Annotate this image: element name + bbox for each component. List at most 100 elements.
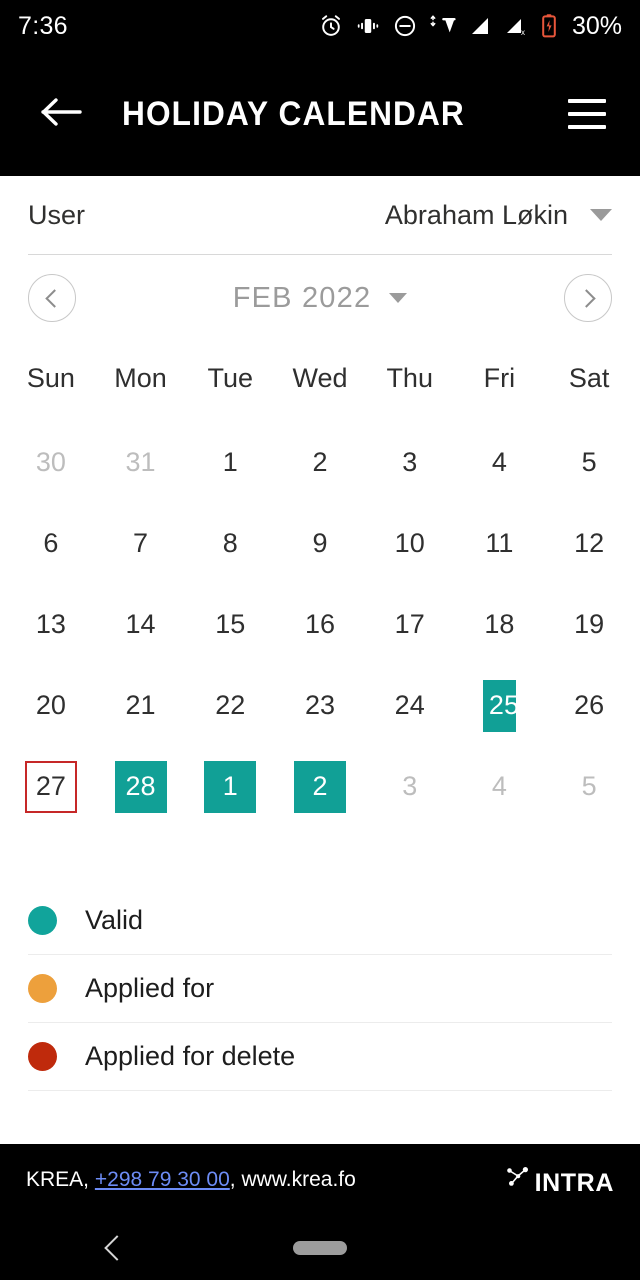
calendar-day-number: 7 bbox=[133, 528, 149, 558]
calendar-day-number: 12 bbox=[574, 528, 605, 558]
legend-label: Valid bbox=[85, 905, 144, 935]
calendar-day-cell[interactable]: 16 bbox=[275, 584, 365, 665]
calendar-day-cell[interactable]: 17 bbox=[365, 584, 455, 665]
calendar-day-number: 6 bbox=[43, 528, 59, 558]
calendar-day-number: 9 bbox=[312, 528, 328, 558]
calendar-grid: 30 31 1 2 3 4 5 6 7 8 9 10 11 12 13 14 15 16 17 18 19 20 21 22 2… bbox=[0, 394, 640, 827]
month-dropdown[interactable]: FEB 2022 bbox=[76, 282, 564, 315]
calendar-day-cell[interactable]: 27 bbox=[6, 746, 96, 827]
calendar-day-cell[interactable]: 5 bbox=[544, 422, 634, 503]
calendar-day-cell[interactable]: 22 bbox=[185, 665, 275, 746]
signal-off-icon: x bbox=[503, 14, 529, 38]
calendar-day-cell[interactable]: 24 bbox=[365, 665, 455, 746]
calendar-day-cell[interactable]: 5 bbox=[544, 746, 634, 827]
weekday-label: Fri bbox=[483, 363, 516, 393]
svg-text:x: x bbox=[521, 28, 525, 37]
hamburger-bar bbox=[568, 112, 606, 116]
legend-color-dot bbox=[28, 906, 57, 935]
page-title: HOLIDAY CALENDAR bbox=[122, 94, 465, 133]
calendar-day-cell[interactable]: 23 bbox=[275, 665, 365, 746]
home-pill-indicator[interactable] bbox=[293, 1241, 347, 1255]
phone-screen: 7:36 x 30% HOLIDAY CALENDAR User Abraham… bbox=[0, 0, 640, 1280]
main-content: User Abraham Løkin FEB 2022 Sun Mon Tue … bbox=[0, 176, 640, 1144]
calendar-day-cell[interactable]: 4 bbox=[455, 746, 545, 827]
chevron-right-icon bbox=[576, 288, 596, 308]
calendar-day-cell[interactable]: 21 bbox=[96, 665, 186, 746]
legend-list: Valid Applied for Applied for delete bbox=[0, 887, 640, 1091]
calendar-day-cell[interactable]: 18 bbox=[455, 584, 545, 665]
calendar-day-cell[interactable]: 10 bbox=[365, 503, 455, 584]
chevron-left-icon bbox=[44, 288, 64, 308]
alarm-icon bbox=[318, 13, 344, 39]
back-arrow-icon[interactable] bbox=[40, 96, 84, 133]
calendar-day-cell[interactable]: 3 bbox=[365, 422, 455, 503]
weekday-label: Thu bbox=[386, 363, 433, 393]
calendar-day-cell[interactable]: 2 bbox=[275, 422, 365, 503]
calendar-day-number: 5 bbox=[581, 447, 597, 477]
calendar-day-number: 25 bbox=[482, 679, 516, 732]
weekday-label: Sun bbox=[26, 363, 75, 393]
weekday-label: Wed bbox=[292, 363, 348, 393]
footer-phone-link[interactable]: +298 79 30 00 bbox=[95, 1168, 230, 1191]
calendar-day-number: 11 bbox=[485, 528, 514, 558]
legend-item-applied-for: Applied for bbox=[28, 955, 612, 1023]
calendar-day-number: 10 bbox=[394, 528, 425, 558]
status-time: 7:36 bbox=[18, 11, 68, 40]
calendar-day-number: 28 bbox=[114, 760, 167, 813]
calendar-day-number: 5 bbox=[581, 771, 597, 801]
user-label: User bbox=[28, 199, 86, 230]
calendar-day-cell[interactable]: 15 bbox=[185, 584, 275, 665]
calendar-day-cell[interactable]: 13 bbox=[6, 584, 96, 665]
calendar-day-number: 17 bbox=[394, 609, 425, 639]
calendar-day-cell[interactable]: 7 bbox=[96, 503, 186, 584]
legend-item-valid: Valid bbox=[28, 887, 612, 955]
calendar-day-cell[interactable]: 30 bbox=[6, 422, 96, 503]
calendar-day-cell[interactable]: 1 bbox=[185, 422, 275, 503]
calendar-day-cell[interactable]: 6 bbox=[6, 503, 96, 584]
vibrate-icon bbox=[355, 13, 381, 39]
calendar-day-number: 14 bbox=[125, 609, 156, 639]
calendar-day-cell[interactable]: 31 bbox=[96, 422, 186, 503]
calendar-day-number: 19 bbox=[574, 609, 605, 639]
prev-month-button[interactable] bbox=[28, 274, 76, 322]
calendar-day-cell[interactable]: 26 bbox=[544, 665, 634, 746]
footer-website: www.krea.fo bbox=[241, 1168, 356, 1191]
molecule-icon bbox=[503, 1163, 533, 1198]
weekday-label: Mon bbox=[114, 363, 167, 393]
calendar-day-cell[interactable]: 25 bbox=[455, 665, 545, 746]
calendar-day-cell[interactable]: 28 bbox=[96, 746, 186, 827]
footer-company: KREA, bbox=[26, 1168, 90, 1191]
next-month-button[interactable] bbox=[564, 274, 612, 322]
legend-color-dot bbox=[28, 1042, 57, 1071]
hamburger-bar bbox=[568, 125, 606, 129]
calendar-day-cell[interactable]: 1 bbox=[185, 746, 275, 827]
month-label: FEB 2022 bbox=[232, 281, 372, 314]
calendar-day-number: 13 bbox=[35, 609, 66, 639]
calendar-day-cell[interactable]: 11 bbox=[455, 503, 545, 584]
calendar-day-number: 20 bbox=[35, 690, 66, 720]
calendar-day-number: 31 bbox=[125, 447, 156, 477]
calendar-day-cell[interactable]: 8 bbox=[185, 503, 275, 584]
hamburger-menu-icon[interactable] bbox=[568, 99, 606, 129]
calendar-day-cell[interactable]: 20 bbox=[6, 665, 96, 746]
calendar-day-cell[interactable]: 3 bbox=[365, 746, 455, 827]
legend-item-applied-for-delete: Applied for delete bbox=[28, 1023, 612, 1091]
calendar-day-cell[interactable]: 12 bbox=[544, 503, 634, 584]
calendar-day-number: 24 bbox=[394, 690, 425, 720]
month-navigation: FEB 2022 bbox=[0, 255, 640, 341]
calendar-day-cell[interactable]: 14 bbox=[96, 584, 186, 665]
calendar-day-cell[interactable]: 4 bbox=[455, 422, 545, 503]
status-icon-group: x 30% bbox=[318, 12, 622, 41]
wifi-icon bbox=[429, 13, 457, 39]
calendar-day-cell[interactable]: 2 bbox=[275, 746, 365, 827]
calendar-day-cell[interactable]: 9 bbox=[275, 503, 365, 584]
calendar-day-cell[interactable]: 19 bbox=[544, 584, 634, 665]
weekday-header: Sun Mon Tue Wed Thu Fri Sat bbox=[0, 341, 640, 394]
chevron-down-icon[interactable] bbox=[590, 209, 612, 221]
footer-contact: KREA, +298 79 30 00, www.krea.fo bbox=[26, 1168, 356, 1192]
user-selector-row[interactable]: User Abraham Løkin bbox=[0, 176, 640, 254]
weekday-label: Sat bbox=[568, 363, 610, 393]
signal-icon bbox=[468, 14, 492, 38]
nav-back-icon[interactable] bbox=[104, 1235, 130, 1261]
calendar-day-number: 1 bbox=[204, 760, 257, 813]
